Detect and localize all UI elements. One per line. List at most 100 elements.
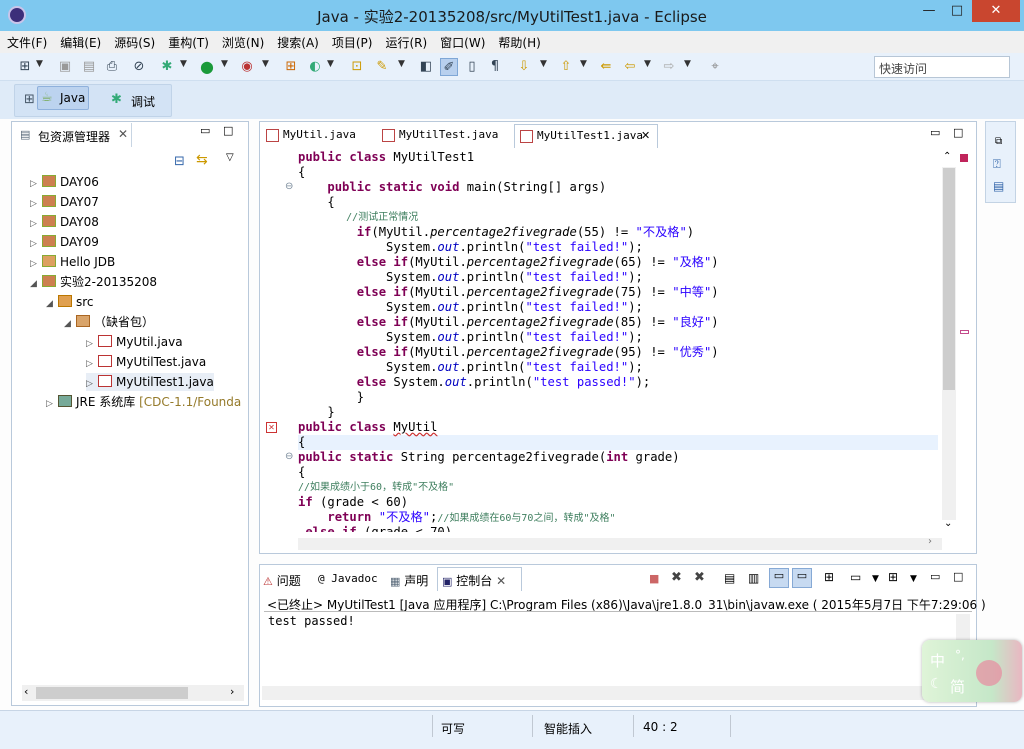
collapse-arrow-icon[interactable]: ◢ <box>30 275 42 293</box>
display-selected-console-icon[interactable]: ▭ <box>850 570 861 584</box>
print-icon[interactable]: ⎙ <box>103 58 121 76</box>
outline-icon[interactable]: ▤ <box>993 179 1004 193</box>
forward-dropdown-icon[interactable]: ▼ <box>684 59 691 69</box>
editor-horizontal-scrollbar[interactable] <box>298 538 942 550</box>
package-explorer-tab[interactable]: ▤ 包资源管理器 ✕ <box>12 123 132 147</box>
toggle-breadcrumb-icon[interactable]: ◧ <box>417 58 435 76</box>
tab-problems[interactable]: ⚠ 问题 <box>263 572 301 589</box>
quick-access-input[interactable]: 快速访问 <box>874 56 1010 78</box>
previous-annotation-icon[interactable]: ⇧ <box>557 58 575 76</box>
tab-myutiltest1-java[interactable]: MyUtilTest1.java ✕ <box>514 124 658 148</box>
open-console-icon[interactable]: ⊞ <box>888 570 898 584</box>
maximize-button[interactable]: □ <box>943 0 971 22</box>
collapse-arrow-icon[interactable]: ◢ <box>46 295 58 313</box>
new-class-icon[interactable]: ◐ <box>306 58 324 76</box>
expand-arrow-icon[interactable]: ▷ <box>46 395 58 411</box>
tree-item-day08[interactable]: ▷ DAY08 <box>30 213 99 231</box>
maximize-view-icon[interactable]: □ <box>953 570 963 583</box>
close-button[interactable]: ✕ <box>972 0 1020 22</box>
expand-arrow-icon[interactable]: ▷ <box>30 195 42 213</box>
tree-item-myutil-java[interactable]: ▷ MyUtil.java <box>86 333 183 351</box>
tree-item-day07[interactable]: ▷ DAY07 <box>30 193 99 211</box>
save-all-icon[interactable]: ▤ <box>80 58 98 76</box>
collapse-all-icon[interactable]: ⊟ <box>174 154 185 169</box>
display-console-dropdown-icon[interactable]: ▼ <box>872 574 879 584</box>
restore-icon[interactable]: ⧉ <box>995 136 1002 147</box>
tab-myutil-java[interactable]: MyUtil.java <box>261 124 373 148</box>
tree-item-day06[interactable]: ▷ DAY06 <box>30 173 99 191</box>
menu-refactor[interactable]: 重构(T) <box>161 31 215 51</box>
close-icon[interactable]: ✕ <box>496 574 506 588</box>
tree-item-default-package[interactable]: ◢ （缺省包） <box>64 313 154 331</box>
code-editor[interactable]: public class MyUtilTest1 { public static… <box>298 150 938 532</box>
close-icon[interactable]: ✕ <box>641 125 650 147</box>
close-icon[interactable]: ✕ <box>118 127 128 141</box>
open-type-icon[interactable]: ⊡ <box>348 58 366 76</box>
back-icon[interactable]: ⇦ <box>621 58 639 76</box>
tab-myutiltest-java[interactable]: MyUtilTest.java <box>377 124 511 148</box>
minimize-view-icon[interactable]: ▭ <box>930 570 940 583</box>
tab-javadoc[interactable]: @ Javadoc <box>318 572 378 585</box>
pin-console-icon[interactable]: ⊞ <box>824 570 834 584</box>
expand-arrow-icon[interactable]: ▷ <box>30 175 42 193</box>
save-icon[interactable]: ▣ <box>56 58 74 76</box>
ime-mode[interactable]: 简 <box>950 676 965 697</box>
clear-console-icon[interactable]: ▤ <box>724 571 735 585</box>
forward-icon[interactable]: ⇨ <box>660 58 678 76</box>
expand-arrow-icon[interactable]: ▷ <box>30 215 42 233</box>
back-dropdown-icon[interactable]: ▼ <box>644 59 651 69</box>
external-tools-dropdown-icon[interactable]: ▼ <box>262 59 269 69</box>
ime-moon-icon[interactable]: ☾ <box>930 676 943 692</box>
menu-run[interactable]: 运行(R) <box>378 31 433 51</box>
expand-arrow-icon[interactable]: ▷ <box>86 335 98 353</box>
error-marker-icon[interactable]: ✕ <box>266 422 277 433</box>
help-icon[interactable]: ⍰ <box>993 157 1001 172</box>
menu-help[interactable]: 帮助(H) <box>491 31 546 51</box>
tab-console[interactable]: ▣ 控制台 ✕ <box>442 572 506 589</box>
run-dropdown-icon[interactable]: ▼ <box>221 59 228 69</box>
show-on-stdout-icon[interactable]: ▭ <box>769 568 789 588</box>
fold-collapse-icon[interactable]: ⊖ <box>285 451 293 462</box>
scroll-right-icon[interactable]: › <box>230 685 234 698</box>
occurrence-marker[interactable] <box>960 330 969 334</box>
debug-dropdown-icon[interactable]: ▼ <box>180 59 187 69</box>
expand-arrow-icon[interactable]: ▷ <box>30 235 42 253</box>
new-java-project-icon[interactable]: ⊞ <box>282 58 300 76</box>
pin-editor-icon[interactable]: ⌖ <box>706 58 724 76</box>
skip-breakpoints-icon[interactable]: ⊘ <box>130 58 148 76</box>
external-tools-icon[interactable]: ◉ <box>238 58 256 76</box>
editor-scroll-thumb[interactable] <box>943 168 955 390</box>
menu-source[interactable]: 源码(S) <box>107 31 161 51</box>
open-console-dropdown-icon[interactable]: ▼ <box>910 574 917 584</box>
menu-window[interactable]: 窗口(W) <box>433 31 491 51</box>
perspective-debug-button[interactable]: 调试 <box>131 93 155 110</box>
collapse-arrow-icon[interactable]: ◢ <box>64 315 76 333</box>
maximize-view-icon[interactable]: □ <box>953 126 963 139</box>
previous-annotation-dropdown-icon[interactable]: ▼ <box>580 59 587 69</box>
run-icon[interactable]: ● <box>198 58 216 76</box>
ime-status-widget[interactable]: 中 °, ☾ 简 <box>922 640 1022 702</box>
search-icon[interactable]: ✎ <box>373 58 391 76</box>
view-menu-icon[interactable]: ▽ <box>226 152 234 163</box>
show-whitespace-icon[interactable]: ¶ <box>486 58 504 76</box>
ime-language[interactable]: 中 <box>930 650 945 671</box>
next-annotation-icon[interactable]: ⇩ <box>515 58 533 76</box>
tree-item-myutiltest1-java[interactable]: ▷ MyUtilTest1.java <box>86 373 214 391</box>
block-selection-icon[interactable]: ▯ <box>463 58 481 76</box>
link-with-editor-icon[interactable]: ⇆ <box>196 152 208 168</box>
menu-edit[interactable]: 编辑(E) <box>53 31 107 51</box>
remove-launch-icon[interactable]: ✖ <box>671 570 682 585</box>
tree-item-src[interactable]: ◢ src <box>46 293 94 311</box>
menu-search[interactable]: 搜索(A) <box>270 31 325 51</box>
menu-navigate[interactable]: 浏览(N) <box>215 31 270 51</box>
tree-item-jre-library[interactable]: ▷ JRE 系统库 [CDC-1.1/Founda <box>46 393 246 411</box>
scroll-thumb[interactable] <box>36 687 188 699</box>
perspective-java-button[interactable]: ☕ Java <box>37 86 89 110</box>
debug-icon[interactable]: ✱ <box>158 58 176 76</box>
tree-item-myutiltest-java[interactable]: ▷ MyUtilTest.java <box>86 353 206 371</box>
expand-arrow-icon[interactable]: ▷ <box>86 355 98 373</box>
open-perspective-icon[interactable]: ⊞ <box>24 92 35 107</box>
console-horizontal-scrollbar[interactable] <box>262 686 952 700</box>
tree-item-project-lab2[interactable]: ◢ 实验2-20135208 <box>30 273 157 291</box>
scroll-up-icon[interactable]: ⌃ <box>943 151 951 162</box>
